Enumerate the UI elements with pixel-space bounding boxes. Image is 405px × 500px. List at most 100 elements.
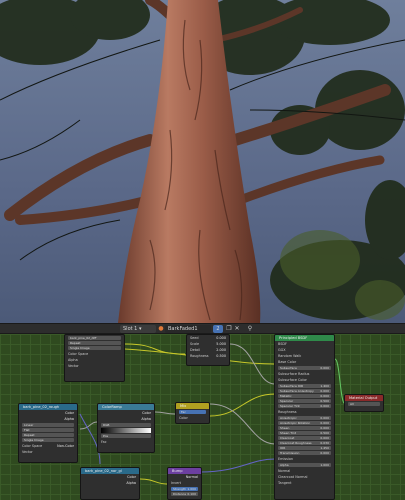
row-value: 0.500: [320, 431, 329, 435]
row-label: BSDF: [278, 342, 287, 346]
slot-label: Slot 1: [123, 326, 138, 332]
row-label: Color Space: [68, 352, 89, 356]
slot-selector[interactable]: Slot 1 ▾: [120, 325, 156, 333]
row-value: 0.000: [320, 436, 329, 440]
row-label: Alpha: [68, 358, 78, 362]
field-value: Single Image: [24, 438, 44, 442]
strength-field[interactable]: Strength 1.000: [171, 487, 198, 491]
bump-node[interactable]: Bump Normal Invert Strength 1.000 Distanc…: [167, 467, 202, 500]
row-label: IOR: [280, 446, 286, 450]
image-texture-node-rough[interactable]: bark_pine_02_rough Color Alpha Linear Fl…: [18, 403, 78, 463]
bsdf-input-row[interactable]: Specular Tint 0.000: [278, 404, 331, 408]
material-name-field[interactable]: BarkFaded1: [165, 325, 211, 333]
bsdf-input-row[interactable]: Clearcoat 0.000: [278, 436, 331, 440]
row-label: Invert: [171, 481, 181, 485]
color-mode-field[interactable]: RGB: [101, 423, 151, 427]
bsdf-input-row[interactable]: Sheen Tint 0.500: [278, 431, 331, 435]
dropdown-arrow-icon: ▾: [138, 326, 142, 332]
node-header: Mix: [176, 403, 209, 409]
interpolation-field[interactable]: Repeat: [68, 341, 121, 345]
bsdf-input-row[interactable]: IOR 1.450: [278, 446, 331, 450]
color-ramp-gradient[interactable]: [101, 428, 151, 433]
bsdf-input-row[interactable]: Anisotropic Rotation 0.000: [278, 421, 331, 425]
duplicate-icon[interactable]: ❐: [225, 325, 233, 333]
row-value: 0.000: [320, 366, 329, 370]
bsdf-input-row[interactable]: Sheen 0.000: [278, 426, 331, 430]
field-value: RGB: [103, 423, 110, 427]
viewport-render: [0, 0, 405, 323]
field-value: Single Image: [70, 346, 90, 350]
principled-bsdf-node[interactable]: Principled BSDF BSDF GGX Random Walk Base C…: [274, 334, 335, 500]
row-label: Fac: [101, 440, 107, 444]
row-value: 1.400: [320, 384, 329, 388]
material-user-count[interactable]: 2: [213, 325, 223, 333]
bsdf-input-row[interactable]: Metallic 0.000: [278, 394, 331, 398]
row-label: Sheen Tint: [280, 431, 297, 435]
bsdf-input-row[interactable]: Subsurface Anisotropy 0.000: [278, 389, 331, 393]
row-value: 0.500: [320, 399, 329, 403]
bsdf-input-row[interactable]: Subsurface 0.000: [278, 366, 331, 370]
image-texture-node-normal[interactable]: bark_pine_02_nor_gl Color Alpha: [80, 467, 140, 500]
node-row: Alpha: [19, 416, 77, 422]
row-label: Emission: [278, 457, 294, 461]
row-label: Clearcoat Normal: [278, 475, 308, 479]
bsdf-input-row: Subsurface Color: [275, 377, 334, 383]
bsdf-input-row[interactable]: Subsurface IOR 1.400: [278, 384, 331, 388]
noise-node[interactable]: Seed 0.000 Scale 5.000 Detail 2.000 Roughne…: [186, 334, 230, 366]
row-label: Sheen: [280, 426, 290, 430]
row-label: Clearcoat Roughness: [280, 441, 312, 445]
mix-factor-field[interactable]: Fac: [179, 410, 206, 414]
field-value: Linear: [24, 423, 34, 427]
row-label: Subsurface IOR: [280, 384, 304, 388]
distance-field[interactable]: Distance 0.100: [171, 492, 198, 496]
output-label: Alpha: [141, 417, 151, 421]
bsdf-input-row[interactable]: Transmission 0.000: [278, 451, 331, 455]
node-title: Bump: [172, 469, 183, 473]
bsdf-input-row[interactable]: Alpha 1.000: [278, 463, 331, 467]
row-label: Vector: [68, 364, 79, 368]
shader-node-editor[interactable]: Seed 0.000 Scale 5.000 Detail 2.000 Roughne…: [0, 334, 405, 500]
projection-field[interactable]: Single Image: [68, 346, 121, 350]
row-label: Base Color: [278, 360, 297, 364]
color-ramp-node[interactable]: ColorRamp Color Alpha RGB Pos Fac: [97, 403, 155, 453]
node-row: Vector: [19, 449, 77, 455]
material-sphere-icon[interactable]: ●: [157, 325, 165, 333]
row-label: Subsurface Anisotropy: [280, 389, 314, 393]
material-output-node[interactable]: Material Output All: [344, 394, 384, 412]
row-value: 0.000: [320, 416, 329, 420]
field-value: Repeat: [24, 433, 35, 437]
bsdf-input-row: Base Color: [275, 359, 334, 365]
row-label: Subsurface Color: [278, 378, 307, 382]
row-label: Clearcoat: [280, 436, 295, 440]
row-value: 0.000: [320, 394, 329, 398]
row-label: Roughness: [278, 410, 297, 414]
bsdf-input-row[interactable]: Anisotropic 0.000: [278, 416, 331, 420]
extension-field[interactable]: Repeat: [22, 433, 74, 437]
bsdf-input-row[interactable]: Specular 0.500: [278, 399, 331, 403]
node-editor-header: Slot 1 ▾ ● BarkFaded1 2 ❐ ✕ ⚲: [0, 323, 405, 334]
node-row: Fac: [98, 439, 154, 445]
row-label: Subsurface: [280, 366, 297, 370]
node-title: Principled BSDF: [279, 336, 308, 340]
row-label: Scale: [190, 342, 200, 346]
interpolation-field[interactable]: Linear: [22, 423, 74, 427]
close-icon[interactable]: ✕: [233, 325, 241, 333]
image-selector[interactable]: bark_pine_02_diff: [68, 336, 121, 340]
node-row: Invert: [168, 480, 201, 486]
projection-field[interactable]: Flat: [22, 428, 74, 432]
row-label: Anisotropic: [280, 416, 297, 420]
row-label: Roughness: [190, 354, 209, 358]
row-label: Specular Tint: [280, 404, 300, 408]
image-texture-node-diffuse[interactable]: bark_pine_02_diff Repeat Single Image Co…: [64, 334, 125, 382]
pin-icon[interactable]: ⚲: [246, 325, 254, 333]
mix-node[interactable]: Mix Fac Color: [175, 402, 210, 424]
row-value: 0.000: [320, 426, 329, 430]
source-field[interactable]: Single Image: [22, 438, 74, 442]
position-field[interactable]: Pos: [101, 434, 151, 438]
3d-viewport[interactable]: [0, 0, 405, 323]
row-label: Color: [179, 416, 188, 420]
target-field[interactable]: All: [348, 402, 380, 406]
node-row: Roughness 0.500: [187, 353, 229, 359]
node-row: Alpha: [81, 480, 139, 486]
bsdf-input-row[interactable]: Clearcoat Roughness 0.030: [278, 441, 331, 445]
